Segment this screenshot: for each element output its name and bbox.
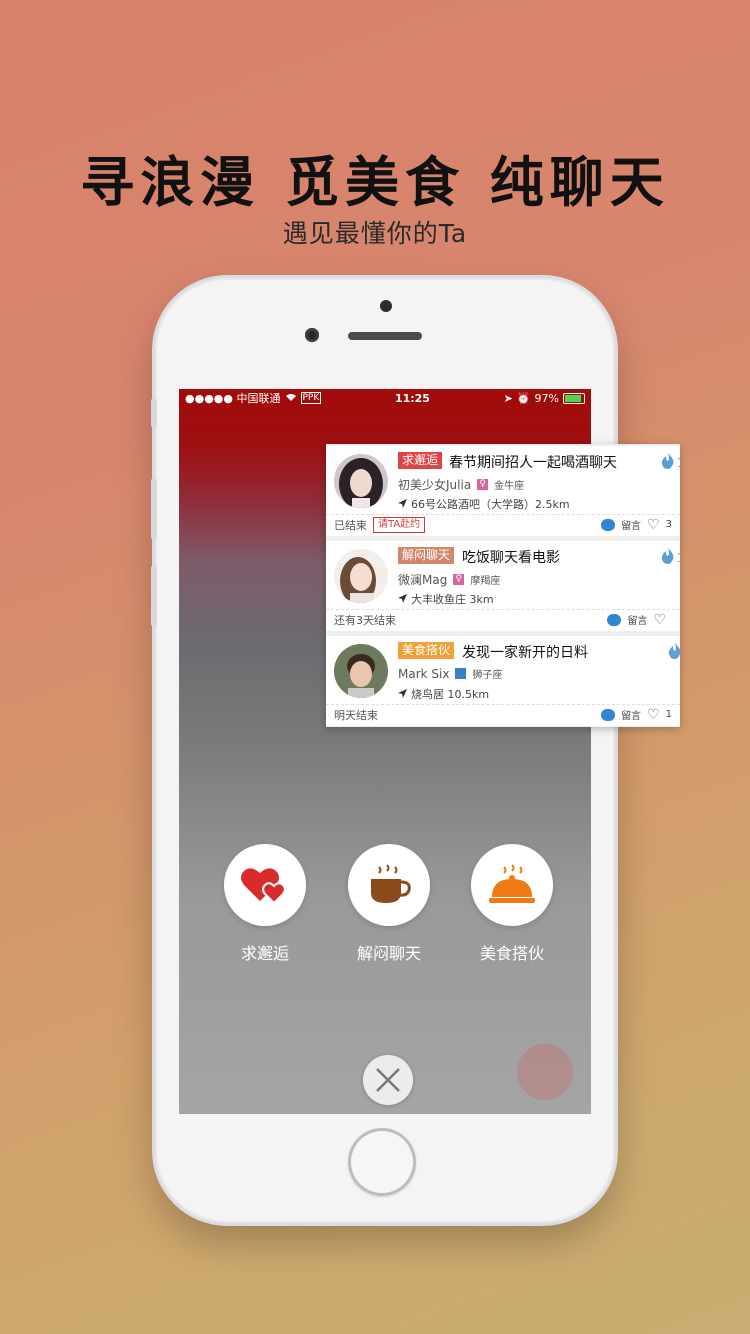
zodiac: 金牛座 — [494, 481, 525, 492]
female-icon: ♀ — [453, 574, 465, 585]
action-chat-label: 解闷聊天 — [356, 944, 421, 963]
activity-title: 发现一家新开的日料 — [462, 645, 588, 661]
front-camera — [305, 328, 319, 342]
status-text: 明天结束 — [334, 708, 378, 722]
action-food-label: 美食搭伙 — [479, 944, 544, 963]
activity-title: 吃饭聊天看电影 — [462, 550, 560, 566]
activity-card[interactable]: 求邂逅 春节期间招人一起喝酒聊天 15 初美少女Julia ♀ 金牛座 66号公… — [326, 446, 680, 536]
battery-icon — [563, 392, 585, 404]
battery-fill — [565, 394, 581, 402]
like-count: 3 — [665, 519, 672, 530]
action-chat[interactable]: 解闷聊天 — [348, 844, 430, 964]
location-info: 烧鸟居 10.5km — [398, 686, 489, 702]
ghost-fab — [517, 1044, 573, 1100]
mute-switch — [151, 398, 157, 428]
action-encounter[interactable]: 求邂逅 — [224, 844, 306, 964]
heart-pair-icon[interactable] — [224, 844, 306, 926]
home-button[interactable] — [348, 1128, 416, 1196]
close-button[interactable] — [363, 1055, 413, 1105]
status-bar: ●●●●● 中国联通 PPK 11:25 ➤ ⏰ 97% — [179, 389, 591, 407]
heat-indicator: 9 — [668, 643, 680, 662]
activity-title: 春节期间招人一起喝酒聊天 — [449, 455, 617, 471]
invite-button[interactable]: 请TA赴约 — [373, 516, 426, 533]
activity-card-list: 求邂逅 春节期间招人一起喝酒聊天 15 初美少女Julia ♀ 金牛座 66号公… — [326, 444, 680, 727]
flame-icon — [661, 453, 675, 472]
avatar[interactable] — [334, 454, 388, 508]
location-text: 大丰收鱼庄 3km — [411, 593, 494, 606]
volume-up-button — [151, 478, 157, 540]
carrier-label: ●●●●● 中国联通 — [185, 392, 281, 405]
card-footer: 明天结束 留言 ♡ 1 — [326, 704, 680, 724]
food-cloche-icon[interactable] — [471, 844, 553, 926]
like-count: 1 — [665, 709, 672, 720]
comment-label[interactable]: 留言 — [621, 707, 641, 722]
activity-card[interactable]: 解闷聊天 吃饭聊天看电影 10 微澜Mag ♀ 摩羯座 大丰收鱼庄 3km 还有… — [326, 541, 680, 631]
heat-count: 10 — [677, 551, 680, 565]
close-icon[interactable] — [374, 1066, 402, 1094]
user-info: Mark Six 狮子座 — [398, 666, 503, 682]
heat-indicator: 15 — [661, 453, 680, 472]
alarm-icon: ⏰ — [516, 391, 531, 405]
subheadline: 遇见最懂你的Ta — [282, 219, 468, 248]
category-tag: 美食搭伙 — [398, 642, 455, 659]
status-text: 已结束 — [334, 518, 367, 532]
volume-down-button — [151, 565, 157, 627]
flame-icon — [668, 643, 680, 662]
location-arrow-icon — [398, 688, 407, 701]
heat-indicator: 10 — [661, 548, 680, 567]
user-name: 微澜Mag — [398, 573, 448, 587]
location-arrow-icon — [398, 593, 407, 606]
activity-card[interactable]: 美食搭伙 发现一家新开的日料 9 Mark Six 狮子座 烧鸟居 10.5km… — [326, 636, 680, 726]
flame-icon — [661, 548, 675, 567]
network-label: PPK — [300, 392, 322, 404]
like-icon[interactable]: ♡ — [647, 518, 660, 532]
headline: 寻浪漫 觅美食 纯聊天 — [80, 151, 670, 214]
zodiac: 摩羯座 — [470, 576, 501, 587]
avatar[interactable] — [334, 549, 388, 603]
avatar[interactable] — [334, 644, 388, 698]
comment-icon[interactable] — [601, 708, 616, 721]
female-icon: ♀ — [477, 479, 489, 490]
category-tag: 解闷聊天 — [398, 547, 455, 564]
user-info: 初美少女Julia ♀ 金牛座 — [398, 476, 524, 493]
category-tag: 求邂逅 — [398, 452, 443, 469]
male-icon — [455, 668, 467, 679]
location-arrow-icon — [398, 498, 407, 511]
comment-label[interactable]: 留言 — [621, 517, 641, 532]
user-name: Mark Six — [398, 666, 450, 681]
location-arrow-icon: ➤ — [503, 391, 513, 405]
wifi-icon — [285, 392, 297, 405]
location-text: 66号公路酒吧（大学路）2.5km — [411, 498, 570, 511]
comment-icon[interactable] — [607, 613, 622, 626]
like-icon[interactable]: ♡ — [653, 613, 666, 627]
location-info: 大丰收鱼庄 3km — [398, 591, 494, 607]
like-icon[interactable]: ♡ — [647, 708, 660, 722]
battery-percent: 97% — [534, 391, 559, 405]
zodiac: 狮子座 — [472, 670, 503, 681]
action-food[interactable]: 美食搭伙 — [471, 844, 553, 964]
status-text: 还有3天结束 — [334, 613, 396, 627]
earpiece — [348, 332, 422, 340]
status-time: 11:25 — [394, 391, 430, 405]
user-info: 微澜Mag ♀ 摩羯座 — [398, 571, 500, 588]
card-footer: 还有3天结束 留言 ♡ — [326, 609, 680, 629]
proximity-sensor — [380, 300, 392, 312]
card-footer: 已结束 请TA赴约 留言 ♡ 3 — [326, 514, 680, 534]
comment-label[interactable]: 留言 — [627, 612, 647, 627]
location-text: 烧鸟居 10.5km — [411, 688, 490, 701]
user-name: 初美少女Julia — [398, 478, 472, 492]
comment-icon[interactable] — [601, 518, 616, 531]
action-encounter-label: 求邂逅 — [240, 944, 289, 963]
coffee-cup-icon[interactable] — [348, 844, 430, 926]
heat-count: 15 — [677, 456, 680, 470]
location-info: 66号公路酒吧（大学路）2.5km — [398, 496, 570, 512]
